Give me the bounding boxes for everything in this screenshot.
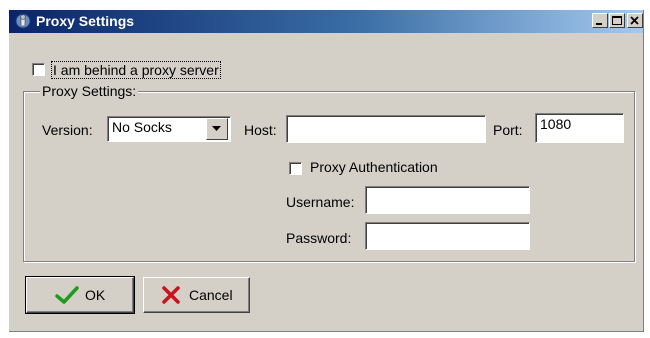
username-input[interactable] xyxy=(365,186,530,214)
cancel-label: Cancel xyxy=(189,287,233,303)
proxy-auth-checkbox[interactable] xyxy=(289,162,302,175)
behind-proxy-checkbox[interactable] xyxy=(32,63,45,76)
ok-label: OK xyxy=(85,287,106,303)
port-input[interactable]: 1080 xyxy=(535,113,624,143)
cancel-button[interactable]: Cancel xyxy=(143,277,250,313)
wrench-icon xyxy=(14,13,32,30)
title-bar[interactable]: Proxy Settings xyxy=(9,10,643,33)
window-title: Proxy Settings xyxy=(36,13,135,29)
behind-proxy-label[interactable]: I am behind a proxy server xyxy=(51,61,221,79)
port-value: 1080 xyxy=(540,116,572,132)
host-label: Host: xyxy=(244,122,277,138)
maximize-icon xyxy=(612,16,622,25)
password-label: Password: xyxy=(286,230,352,246)
maximize-button[interactable] xyxy=(609,13,625,28)
minimize-button[interactable] xyxy=(592,13,608,28)
password-input[interactable] xyxy=(365,222,530,250)
checkmark-icon xyxy=(55,286,79,304)
host-input[interactable] xyxy=(286,115,486,143)
proxy-auth-label[interactable]: Proxy Authentication xyxy=(310,159,438,175)
triangle-down-icon xyxy=(212,126,221,131)
version-value: No Socks xyxy=(112,119,172,135)
ok-button[interactable]: OK xyxy=(25,276,135,314)
version-dropdown-button[interactable] xyxy=(206,118,228,140)
proxy-settings-dialog: Proxy Settings I am behind a proxy serve… xyxy=(9,10,644,332)
proxy-settings-group-title: Proxy Settings: xyxy=(40,83,139,99)
username-label: Username: xyxy=(286,194,355,210)
minimize-icon xyxy=(596,23,602,25)
close-icon xyxy=(630,16,639,25)
cross-icon xyxy=(162,286,180,304)
version-label: Version: xyxy=(42,122,93,138)
port-label: Port: xyxy=(493,122,523,138)
close-button[interactable] xyxy=(627,13,643,28)
